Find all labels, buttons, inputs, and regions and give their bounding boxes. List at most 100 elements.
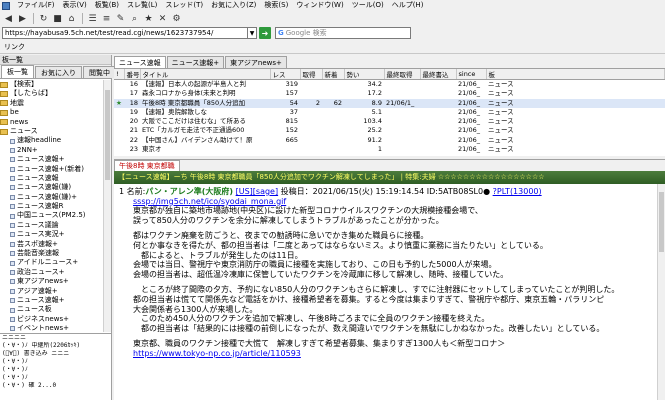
tree-folder-item[interactable]: 【検索】	[0, 80, 104, 89]
tab-east-asia-news[interactable]: 東アジアnews+	[225, 56, 287, 68]
back-icon[interactable]: ◀	[2, 13, 15, 25]
board-icon	[10, 147, 15, 153]
tree-board-item[interactable]: イベントnews+	[0, 324, 104, 332]
menu-board[interactable]: 板覧(B)	[91, 0, 123, 11]
history-item[interactable]: (・∀・)ﾉ	[0, 374, 111, 382]
tree-board-item[interactable]: 中国ニュース(PM2.5)	[0, 211, 104, 220]
board-icon	[10, 194, 15, 200]
column-header-speed[interactable]: 勢い	[344, 69, 385, 80]
table-row[interactable]: 17 森永コロナから身体(未来と判明 157 17.2 21/06_ ニュース	[114, 89, 665, 98]
tree-board-item[interactable]: 速報headline	[0, 136, 104, 145]
menu-search[interactable]: 検索(S)	[260, 0, 292, 11]
column-header-title[interactable]: タイトル	[140, 69, 271, 80]
tab-favorites[interactable]: お気に入り	[35, 66, 82, 78]
tree-board-item[interactable]: ニュース速報(嫌)+	[0, 193, 104, 202]
post-source-link[interactable]: https://www.tokyo-np.co.jp/article/11059…	[133, 349, 301, 358]
tree-board-item[interactable]: ニュース速報+	[0, 296, 104, 305]
tree-board-item[interactable]: 東アジアnews+	[0, 277, 104, 286]
post-number[interactable]: 1	[119, 187, 124, 196]
cell-last-write	[420, 108, 456, 117]
menu-thread[interactable]: スレッド(T)	[161, 0, 207, 11]
tree-board-item[interactable]: 2NN+	[0, 146, 104, 155]
column-header-last-write[interactable]: 最終書込	[420, 69, 457, 80]
post-id[interactable]: ID:5ATB08SL0●	[427, 187, 490, 196]
tree-board-item[interactable]: アイドルニュース+	[0, 258, 104, 267]
table-row[interactable]: 21 ETC「カルガモ走法で不正通過600 152 25.2 21/06_ ニュース	[114, 126, 665, 135]
tree-board-item[interactable]: 芸能音楽速報	[0, 249, 104, 258]
post-be-link[interactable]: ?PLT(13000)	[493, 187, 542, 196]
tree-folder-item[interactable]: ニュース	[0, 127, 104, 136]
history-item[interactable]: (・∀・)ﾉ 中継所(2206ｶｯｷ)	[0, 342, 111, 350]
column-header-number[interactable]: 番号	[124, 69, 141, 80]
reload-icon[interactable]: ↻	[37, 13, 50, 25]
tree-board-item[interactable]: ニュース実況+	[0, 230, 104, 239]
column-header-since[interactable]: since	[456, 69, 487, 80]
tab-news-sokuhou-plus[interactable]: ニュース速報+	[166, 56, 225, 68]
table-row[interactable]: 22 【中国さん】バイデンさん助けて！原 665 91.2 21/06_ ニュース	[114, 136, 665, 145]
tree-board-item[interactable]: ニュース速報+	[0, 155, 104, 164]
tree-folder-item[interactable]: be	[0, 108, 104, 117]
table-row[interactable]: ★ 18 午後8時 東京都職員「850人分追加 54 2 62 8.9 21/06/1_ 21/…	[114, 98, 665, 108]
thread-scrollbar[interactable]	[657, 184, 665, 400]
scrollbar-thumb[interactable]	[105, 90, 110, 180]
tab-board-list[interactable]: 板一覧	[1, 65, 34, 78]
tree-folder-item[interactable]: 【したらば】	[0, 89, 104, 98]
history-item[interactable]: (ﾟ∀ﾟ) 書き込み ニニニ	[0, 350, 111, 358]
table-row[interactable]: 16 【速報】日本人の起源が半島人と判 319 34.2 21/06_ ニュース	[114, 80, 665, 90]
tree-folder-item[interactable]: news	[0, 118, 104, 127]
menu-help[interactable]: ヘルプ(H)	[388, 0, 428, 11]
url-input[interactable]: https://hayabusa9.5ch.net/test/read.cgi/…	[2, 27, 248, 39]
history-item[interactable]: (・∀・)ﾉ	[0, 366, 111, 374]
tree-board-item[interactable]: アジア速報+	[0, 287, 104, 296]
tree-board-item[interactable]: ニュース速報+(新着)	[0, 165, 104, 174]
post-mail[interactable]: [US][sage]	[236, 187, 279, 196]
tree-board-item[interactable]: 芸スポ速報+	[0, 240, 104, 249]
search-icon[interactable]: ⌕	[128, 13, 141, 25]
board-list-icon[interactable]: ☰	[86, 13, 99, 25]
chevron-down-icon[interactable]: ▼	[248, 27, 257, 39]
column-header-got[interactable]: 取得	[300, 69, 323, 80]
menu-window[interactable]: ウィンドウ(W)	[292, 0, 347, 11]
column-header-board[interactable]: 板	[486, 69, 665, 80]
menu-favorites[interactable]: お気に入り(Z)	[207, 0, 260, 11]
forward-icon[interactable]: ▶	[16, 13, 29, 25]
cell-number: 23	[129, 145, 138, 154]
history-item[interactable]: (・∀・)ﾉ	[0, 358, 111, 366]
menu-file[interactable]: ファイル(F)	[13, 0, 59, 11]
tree-board-item[interactable]: ニュース板	[0, 305, 104, 314]
home-icon[interactable]: ⌂	[65, 13, 78, 25]
write-icon[interactable]: ✎	[114, 13, 127, 25]
google-search-input[interactable]: G Google 検索	[275, 27, 411, 39]
tree-board-item[interactable]: ビジネスnews+	[0, 315, 104, 324]
menu-tools[interactable]: ツール(O)	[348, 0, 388, 11]
tree-board-item[interactable]: 政治ニュース+	[0, 268, 104, 277]
board-tree-scrollbar[interactable]	[103, 80, 111, 332]
history-item[interactable]: ニニニニ	[0, 334, 111, 342]
thread-list-icon[interactable]: ≡	[100, 13, 113, 25]
tab-thread[interactable]: 午後8時 東京都職	[114, 160, 180, 171]
tree-board-item[interactable]: ニュース速報(嫌)	[0, 183, 104, 192]
tab-browsing[interactable]: 閲覧中	[83, 66, 116, 78]
stop-icon[interactable]: ■	[51, 13, 64, 25]
go-icon[interactable]: ➜	[259, 27, 271, 39]
menu-thread-list[interactable]: スレ覧(L)	[123, 0, 161, 11]
column-header-res[interactable]: レス	[270, 69, 301, 80]
table-row[interactable]: 23 東京オ 1 21/06_ ニュース	[114, 145, 665, 154]
menu-view[interactable]: 表示(V)	[59, 0, 91, 11]
column-header-new[interactable]: 新着	[322, 69, 345, 80]
post-icon-link[interactable]: sssp://img5ch.net/ico/syodai_mona.gif	[133, 197, 286, 206]
delete-icon[interactable]: ✕	[156, 13, 169, 25]
tree-board-item[interactable]: ニュース議論	[0, 221, 104, 230]
table-row[interactable]: 20 大阪でここだけは住むな」て所ある 815 103.4 21/06_ ニュース	[114, 117, 665, 126]
tree-board-item[interactable]: ニュース速報	[0, 174, 104, 183]
history-item[interactable]: (・∀・) 確 2...0	[0, 382, 111, 390]
column-header-last-get[interactable]: 最終取得	[384, 69, 421, 80]
tree-folder-item[interactable]: 地震	[0, 99, 104, 108]
scrollbar-thumb[interactable]	[659, 192, 664, 252]
settings-icon[interactable]: ⚙	[170, 13, 183, 25]
table-row[interactable]: 19 【速報】奥院解散しな 37 5.1 21/06_ ニュース	[114, 108, 665, 117]
tab-news-sokuhou[interactable]: ニュース速報	[114, 56, 166, 68]
column-header-mark[interactable]: !	[114, 69, 125, 80]
post-name: パン・アレン準(大阪府)	[145, 187, 234, 196]
favorite-icon[interactable]: ★	[142, 13, 155, 25]
